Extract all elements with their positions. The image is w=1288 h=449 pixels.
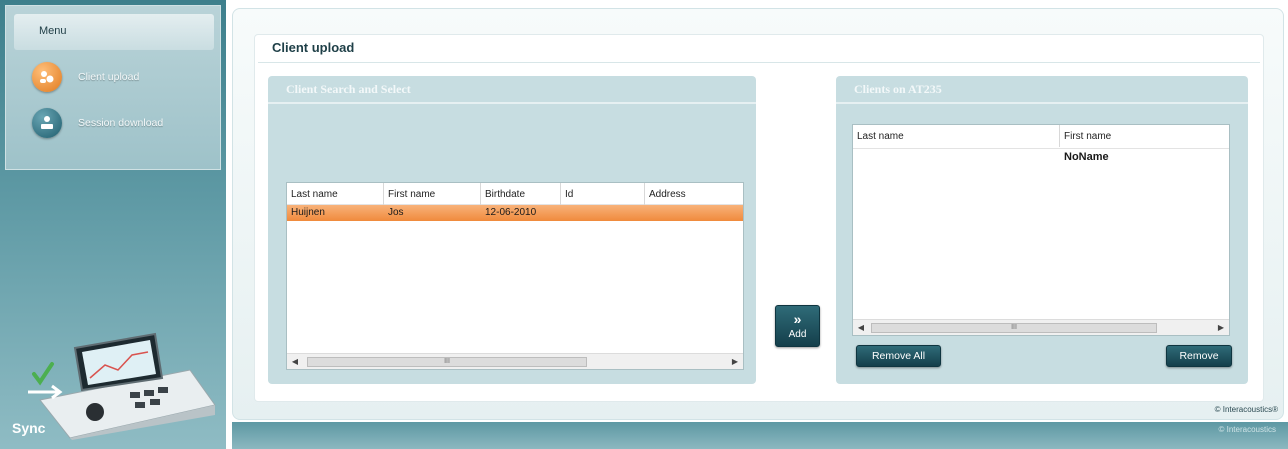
menu-header: Menu [14,14,214,50]
scroll-left-icon[interactable]: ◀ [287,357,303,366]
column-header[interactable]: Address [645,183,743,205]
table-row[interactable]: Huijnen Jos 12-06-2010 [287,205,743,221]
scroll-left-icon[interactable]: ◀ [853,323,869,332]
column-header[interactable]: Last name [853,125,1060,147]
client-search-panel: Client Search and Select Last name First… [268,76,756,384]
column-header[interactable]: Last name [287,183,384,205]
panel-title: Client Search and Select [268,76,756,104]
brand-label: Sync [12,420,46,436]
add-button[interactable]: » Add [775,305,820,347]
audiometer-device-image [28,332,216,440]
cell-last-name [853,149,1060,165]
cell-first-name: Jos [388,207,404,218]
cell-id [561,205,645,221]
sidebar-item-client-upload[interactable]: Client upload [32,62,139,92]
column-header[interactable]: First name [1060,125,1229,147]
scroll-right-icon[interactable]: ▶ [727,357,743,366]
cell-first-name: NoName [1064,151,1109,163]
panel-title: Clients on AT235 [836,76,1248,104]
horizontal-scrollbar[interactable]: ◀ III ▶ [287,353,743,369]
scroll-track[interactable]: III [869,322,1213,334]
remove-button[interactable]: Remove [1166,345,1232,367]
sidebar-item-session-download[interactable]: Session download [32,108,163,138]
footer-text: © Interacoustics [1218,425,1276,434]
column-header[interactable]: First name [384,183,481,205]
sidebar: Menu Client upload Session download Sync [0,0,226,449]
remove-all-button[interactable]: Remove All [856,345,941,367]
horizontal-scrollbar[interactable]: ◀ III ▶ [853,319,1229,335]
client-upload-icon [32,62,62,92]
copyright-text: © Interacoustics® [1214,405,1278,414]
cell-last-name: Huijnen [291,207,325,218]
table-header: Last name First name [853,125,1229,149]
table-header: Last name First name Birthdate Id Addres… [287,183,743,205]
clients-on-device-panel: Clients on AT235 Last name First name No… [836,76,1248,384]
title-divider [258,62,1260,63]
column-header[interactable]: Id [561,183,645,205]
cell-birthdate: 12-06-2010 [485,207,537,218]
footer-bar [232,422,1288,449]
scroll-thumb[interactable]: III [871,322,1157,333]
column-header[interactable]: Birthdate [481,183,561,205]
table-row[interactable]: NoName [853,149,1229,165]
add-button-label: Add [788,328,807,340]
page-title: Client upload [272,40,355,55]
double-chevron-right-icon: » [793,310,802,327]
client-search-table: Last name First name Birthdate Id Addres… [286,182,744,370]
scroll-right-icon[interactable]: ▶ [1213,323,1229,332]
scroll-thumb[interactable]: III [307,356,587,367]
cell-address [645,205,743,221]
clients-on-device-table: Last name First name NoName ◀ III ▶ [852,124,1230,336]
scroll-track[interactable]: III [303,356,727,368]
session-download-icon [32,108,62,138]
sidebar-item-label: Client upload [78,71,140,83]
sidebar-item-label: Session download [78,117,164,129]
